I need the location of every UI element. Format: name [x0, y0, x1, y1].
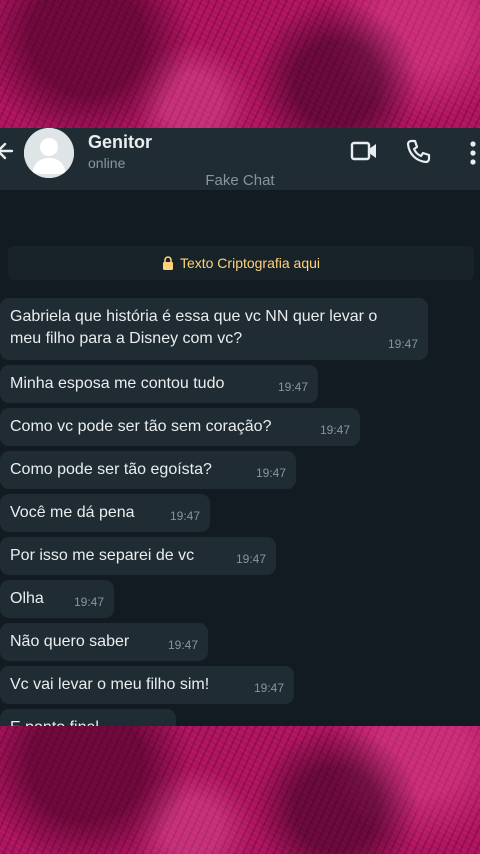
- message-time: 19:47: [235, 552, 266, 566]
- video-call-icon[interactable]: [350, 140, 378, 162]
- more-options-icon[interactable]: [468, 140, 478, 166]
- message-bubble[interactable]: Olha 19:47: [0, 580, 114, 618]
- message-bubble[interactable]: E ponto final: [0, 709, 176, 726]
- message-bubble[interactable]: Como vc pode ser tão sem coração? 19:47: [0, 408, 360, 446]
- chat-screen: Genitor online Fake Chat Texto Criptogra…: [0, 128, 480, 726]
- message-bubble[interactable]: Por isso me separei de vc 19:47: [0, 537, 276, 575]
- message-time: 19:47: [277, 380, 308, 394]
- message-text: Não quero saber: [10, 633, 130, 650]
- message-bubble[interactable]: Gabriela que história é essa que vc NN q…: [0, 298, 428, 360]
- message-text: Olha: [10, 590, 44, 607]
- message-bubble[interactable]: Vc vai levar o meu filho sim! 19:47: [0, 666, 294, 704]
- message-time: 19:47: [319, 423, 350, 437]
- message-text: Você me dá pena: [10, 504, 135, 521]
- message-time: 19:47: [167, 638, 198, 652]
- message-text: Por isso me separei de vc: [10, 547, 195, 564]
- encryption-notice-text: Texto Criptografia aqui: [179, 255, 321, 271]
- magenta-texture-bottom: [0, 726, 480, 854]
- message-text: Como vc pode ser tão sem coração?: [10, 418, 272, 435]
- message-text: Gabriela que história é essa que vc NN q…: [10, 308, 378, 347]
- back-arrow-icon[interactable]: [0, 140, 14, 162]
- fake-chat-label: Fake Chat: [205, 172, 275, 189]
- message-time: 19:47: [253, 681, 284, 695]
- message-text: Vc vai levar o meu filho sim!: [10, 676, 210, 693]
- message-time: 19:47: [169, 509, 200, 523]
- contact-status: online: [88, 155, 126, 171]
- default-avatar-icon: [24, 128, 74, 178]
- message-bubble[interactable]: Não quero saber 19:47: [0, 623, 208, 661]
- phone-icon[interactable]: [405, 138, 431, 164]
- encryption-notice[interactable]: Texto Criptografia aqui: [8, 246, 474, 280]
- contact-name[interactable]: Genitor: [88, 132, 152, 153]
- avatar[interactable]: [24, 128, 74, 178]
- message-text: Como pode ser tão egoísta?: [10, 461, 212, 478]
- message-bubble[interactable]: Minha esposa me contou tudo 19:47: [0, 365, 318, 403]
- message-time: 19:47: [387, 337, 418, 351]
- message-bubble[interactable]: Como pode ser tão egoísta? 19:47: [0, 451, 296, 489]
- magenta-texture-top: [0, 0, 480, 128]
- message-text: E ponto final: [10, 717, 99, 726]
- message-time: 19:47: [73, 595, 104, 609]
- message-bubble[interactable]: Você me dá pena 19:47: [0, 494, 210, 532]
- message-time: 19:47: [255, 466, 286, 480]
- lock-icon: [162, 256, 173, 270]
- message-text: Minha esposa me contou tudo: [10, 375, 225, 392]
